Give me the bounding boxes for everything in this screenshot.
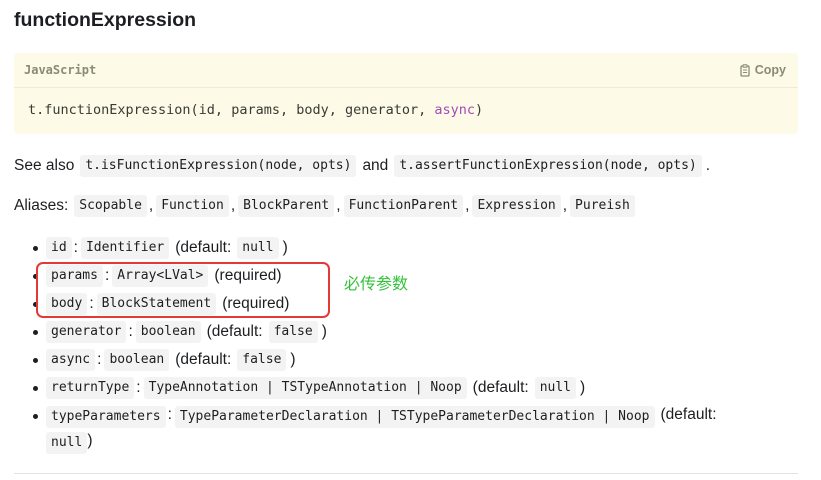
param-default-label: (default:: [175, 239, 232, 256]
alias-item: Scopable: [74, 195, 147, 217]
alias-item: Function: [156, 195, 229, 217]
see-also-text: See also: [14, 157, 75, 174]
param-item-returntype: returnType: TypeAnnotation | TSTypeAnnot…: [14, 374, 798, 402]
param-default-value: null: [237, 237, 279, 259]
param-type: boolean: [135, 321, 201, 343]
section-divider: [14, 473, 798, 474]
param-item-id: id: Identifier (default: null ): [14, 234, 798, 262]
aliases-label: Aliases:: [14, 197, 69, 214]
see-also-period: .: [705, 157, 711, 174]
code-line: t.functionExpression(id, params, body, g…: [28, 102, 483, 118]
param-default-label: (default:: [206, 323, 263, 340]
alias-item: Expression: [472, 195, 561, 217]
code-close: ): [475, 102, 484, 118]
param-default-value: false: [268, 321, 318, 343]
see-also-code-is: t.isFunctionExpression(node, opts): [80, 155, 357, 177]
code-block-header: JavaScript Copy: [14, 53, 798, 88]
param-item-typeparameters: typeParameters: TypeParameterDeclaration…: [14, 402, 798, 454]
see-also-paragraph: See also t.isFunctionExpression(node, op…: [14, 155, 710, 177]
alias-item: Pureish: [570, 195, 635, 217]
see-also-code-assert: t.assertFunctionExpression(node, opts): [394, 155, 702, 177]
param-close: ): [290, 351, 296, 368]
param-item-async: async: boolean (default: false ): [14, 346, 798, 374]
copy-button[interactable]: Copy: [739, 63, 786, 77]
param-name: generator: [46, 321, 127, 343]
code-keyword: async: [434, 102, 476, 118]
param-close: ): [282, 239, 288, 256]
code-language-label: JavaScript: [24, 63, 97, 77]
param-name: async: [46, 349, 96, 371]
required-params-annotation: 必传参数: [344, 274, 409, 293]
param-type: TypeParameterDeclaration | TSTypeParamet…: [174, 406, 655, 428]
param-default-value: false: [237, 349, 287, 371]
param-default-label: (default:: [660, 406, 717, 423]
param-item-generator: generator: boolean (default: false ): [14, 318, 798, 346]
param-name: typeParameters: [46, 406, 166, 428]
param-close: ): [580, 379, 586, 396]
alias-item: BlockParent: [238, 195, 335, 217]
param-default-label: (default:: [472, 379, 529, 396]
param-default-value: null: [534, 377, 576, 399]
param-close: ): [321, 323, 327, 340]
param-default-value: null: [46, 432, 88, 454]
section-heading: functionExpression: [14, 9, 197, 31]
alias-item: FunctionParent: [343, 195, 464, 217]
code-block: JavaScript Copy t.functionExpression(id,…: [14, 53, 798, 134]
param-type: boolean: [104, 349, 170, 371]
param-type: TypeAnnotation | TSTypeAnnotation | Noop: [143, 377, 467, 399]
aliases-paragraph: Aliases: Scopable, Function, BlockParent…: [14, 195, 635, 217]
code-text: t.functionExpression(id, params, body, g…: [28, 102, 435, 118]
see-also-and: and: [362, 157, 389, 174]
param-type: Identifier: [80, 237, 170, 259]
clipboard-icon: [739, 63, 751, 77]
param-close: ): [87, 432, 93, 449]
copy-label: Copy: [754, 63, 786, 77]
required-params-highlight-box: [36, 262, 330, 318]
param-name: returnType: [46, 377, 135, 399]
param-default-label: (default:: [175, 351, 232, 368]
param-name: id: [46, 237, 72, 259]
